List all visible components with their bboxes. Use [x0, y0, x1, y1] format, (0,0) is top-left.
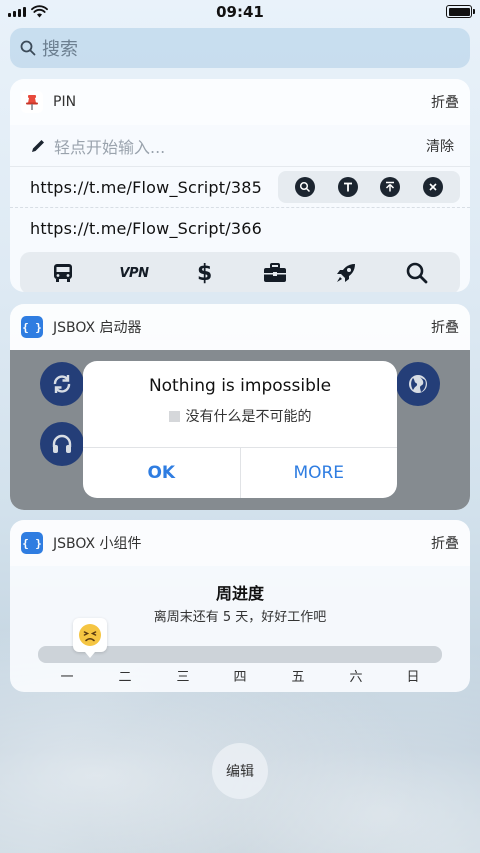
- status-bar: 09:41: [0, 0, 480, 26]
- dialog-buttons: OK MORE: [83, 447, 397, 498]
- dialog-title: Nothing is impossible: [148, 376, 332, 396]
- pin-input-row[interactable]: 轻点开始输入... 清除: [10, 125, 470, 167]
- search-bar[interactable]: 搜索: [10, 28, 470, 68]
- text-icon[interactable]: [337, 177, 358, 197]
- launcher-fold-button[interactable]: 折叠: [431, 317, 459, 337]
- pin-top-icon[interactable]: [380, 177, 401, 197]
- pin-fold-button[interactable]: 折叠: [431, 92, 459, 112]
- search-icon[interactable]: [401, 257, 433, 289]
- pencil-icon: [32, 139, 44, 152]
- pin-item[interactable]: https://t.me/Flow_Script/385: [10, 167, 470, 208]
- dialog-message-row: 没有什么是不可能的: [83, 406, 397, 426]
- headphones-icon[interactable]: [40, 422, 84, 466]
- weekday-label: 四: [233, 670, 247, 685]
- toolbox-icon[interactable]: [259, 257, 291, 289]
- search-placeholder: 搜索: [42, 39, 78, 60]
- launcher-widget-header: { } JSBOX 启动器 折叠: [10, 304, 470, 350]
- globe-icon[interactable]: [396, 362, 440, 406]
- jsbox-app-icon: { }: [21, 532, 43, 554]
- pushpin-icon: [26, 95, 38, 110]
- clear-button[interactable]: 清除: [426, 136, 454, 156]
- week-progress-title: 周进度: [215, 584, 264, 603]
- close-icon[interactable]: [422, 177, 443, 197]
- jsbox-widget: { } JSBOX 小组件 折叠 周进度 离周末还有 5 天，好好工作吧 一 二…: [10, 520, 470, 692]
- jsbox-widget-header: { } JSBOX 小组件 折叠: [10, 520, 470, 566]
- pin-widget: PIN 折叠 轻点开始输入... 清除 https://t.me/Flow_Sc…: [10, 79, 470, 292]
- dialog-message: 没有什么是不可能的: [185, 409, 312, 425]
- ok-button[interactable]: OK: [83, 448, 241, 498]
- weekday-label: 一: [60, 670, 74, 685]
- refresh-icon[interactable]: [40, 362, 84, 406]
- weekday-label: 日: [406, 670, 420, 685]
- battery-icon: [446, 5, 475, 18]
- weekday-label: 二: [118, 670, 132, 685]
- status-time: 09:41: [216, 3, 264, 21]
- widget-fold-button[interactable]: 折叠: [431, 533, 459, 553]
- rocket-icon[interactable]: [330, 257, 362, 289]
- pin-input-placeholder: 轻点开始输入...: [54, 137, 166, 157]
- pin-item-url: https://t.me/Flow_Script/366: [30, 219, 262, 238]
- jsbox-widget-title: JSBOX 小组件: [53, 536, 142, 552]
- weekday-label: 三: [176, 670, 190, 685]
- pin-widget-header: PIN 折叠: [10, 79, 470, 125]
- pin-app-icon: [21, 91, 43, 113]
- pin-item-actions: [278, 171, 460, 203]
- weekday-labels: 一 二 三 四 五 六 日: [38, 666, 442, 686]
- vpn-button[interactable]: VPN: [118, 257, 150, 289]
- launcher-widget-title: JSBOX 启动器: [53, 320, 142, 336]
- sad-face-icon: [73, 618, 107, 658]
- dollar-icon[interactable]: $: [189, 257, 221, 289]
- alert-dialog: Nothing is impossible 没有什么是不可能的 OK MORE: [83, 361, 397, 498]
- pin-toolbar: VPN $: [20, 252, 460, 292]
- bus-icon[interactable]: [47, 257, 79, 289]
- pin-item[interactable]: https://t.me/Flow_Script/366: [10, 208, 470, 249]
- weekday-label: 五: [291, 670, 305, 685]
- weekday-label: 六: [349, 670, 363, 685]
- edit-button[interactable]: 编辑: [212, 743, 268, 799]
- jsbox-app-icon: { }: [21, 316, 43, 338]
- search-icon[interactable]: [295, 177, 316, 197]
- search-icon: [20, 40, 36, 56]
- pin-item-url: https://t.me/Flow_Script/385: [30, 177, 262, 197]
- pin-widget-title: PIN: [53, 94, 77, 110]
- more-button[interactable]: MORE: [241, 448, 398, 498]
- square-icon: [168, 410, 180, 422]
